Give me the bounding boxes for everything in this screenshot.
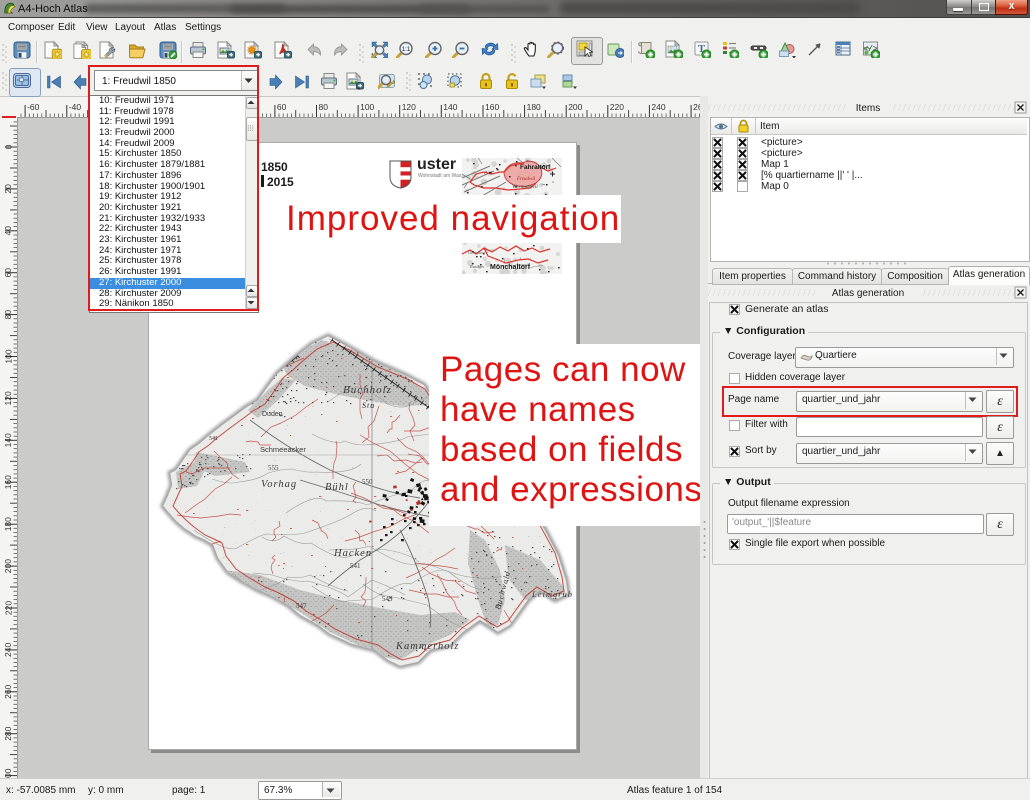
svg-text:-60: -60 [27, 102, 40, 112]
svg-text:160: 160 [485, 102, 499, 112]
svg-text:Atlas generation: Atlas generation [832, 288, 904, 299]
svg-text:240: 240 [651, 102, 665, 112]
svg-text:Mönchaltorf: Mönchaltorf [490, 264, 531, 271]
svg-text:0: 0 [3, 144, 13, 149]
svg-text:120: 120 [3, 391, 13, 405]
svg-text:240: 240 [3, 643, 13, 657]
svg-text:180: 180 [3, 517, 13, 531]
svg-text:Bühl: Bühl [325, 482, 349, 493]
svg-text:1:1: 1:1 [402, 47, 411, 53]
svg-text:547: 547 [296, 602, 307, 610]
svg-text:Gerishau: Gerishau [468, 250, 485, 255]
svg-text:Fahraltorf: Fahraltorf [520, 164, 551, 171]
svg-text:260: 260 [693, 102, 700, 112]
svg-text:Rutiken: Rutiken [469, 264, 484, 269]
svg-text:Freudwil: Freudwil [516, 177, 536, 182]
svg-text:Hacken: Hacken [333, 548, 372, 559]
svg-text:550: 550 [362, 478, 373, 486]
svg-text:Kammerholz: Kammerholz [395, 641, 459, 652]
svg-text:549: 549 [382, 595, 393, 603]
svg-text:280: 280 [3, 726, 13, 740]
svg-text:100: 100 [360, 102, 374, 112]
svg-text:541: 541 [209, 436, 218, 442]
svg-text:140: 140 [3, 433, 13, 447]
svg-text:100: 100 [3, 349, 13, 363]
svg-text:120: 120 [402, 102, 416, 112]
svg-text:Schmeeacker: Schmeeacker [260, 445, 306, 454]
svg-text:200: 200 [568, 102, 582, 112]
svg-text:140: 140 [443, 102, 457, 112]
svg-text:80: 80 [3, 310, 13, 320]
svg-text:Items: Items [856, 103, 880, 114]
svg-text:Vorhag: Vorhag [261, 479, 297, 490]
svg-text:555: 555 [268, 464, 279, 472]
svg-text:80: 80 [319, 102, 329, 112]
svg-text:Leimgrub: Leimgrub [531, 589, 573, 599]
svg-text:40: 40 [3, 226, 13, 236]
svg-text:260: 260 [3, 684, 13, 698]
svg-text:Wermatswil: Wermatswil [512, 184, 538, 190]
svg-text:220: 220 [610, 102, 624, 112]
svg-text:300: 300 [3, 768, 13, 778]
svg-text:180: 180 [527, 102, 541, 112]
svg-text:Duden: Duden [262, 411, 283, 418]
svg-text:60: 60 [277, 102, 287, 112]
svg-text:200: 200 [3, 559, 13, 573]
svg-text:220: 220 [3, 601, 13, 615]
svg-text:160: 160 [3, 475, 13, 489]
svg-text:541: 541 [350, 562, 361, 570]
svg-text:-40: -40 [69, 102, 82, 112]
svg-text:Sta: Sta [362, 401, 375, 410]
svg-text:20: 20 [3, 184, 13, 194]
svg-text:60: 60 [3, 268, 13, 278]
svg-text:Buchholz: Buchholz [343, 384, 392, 396]
